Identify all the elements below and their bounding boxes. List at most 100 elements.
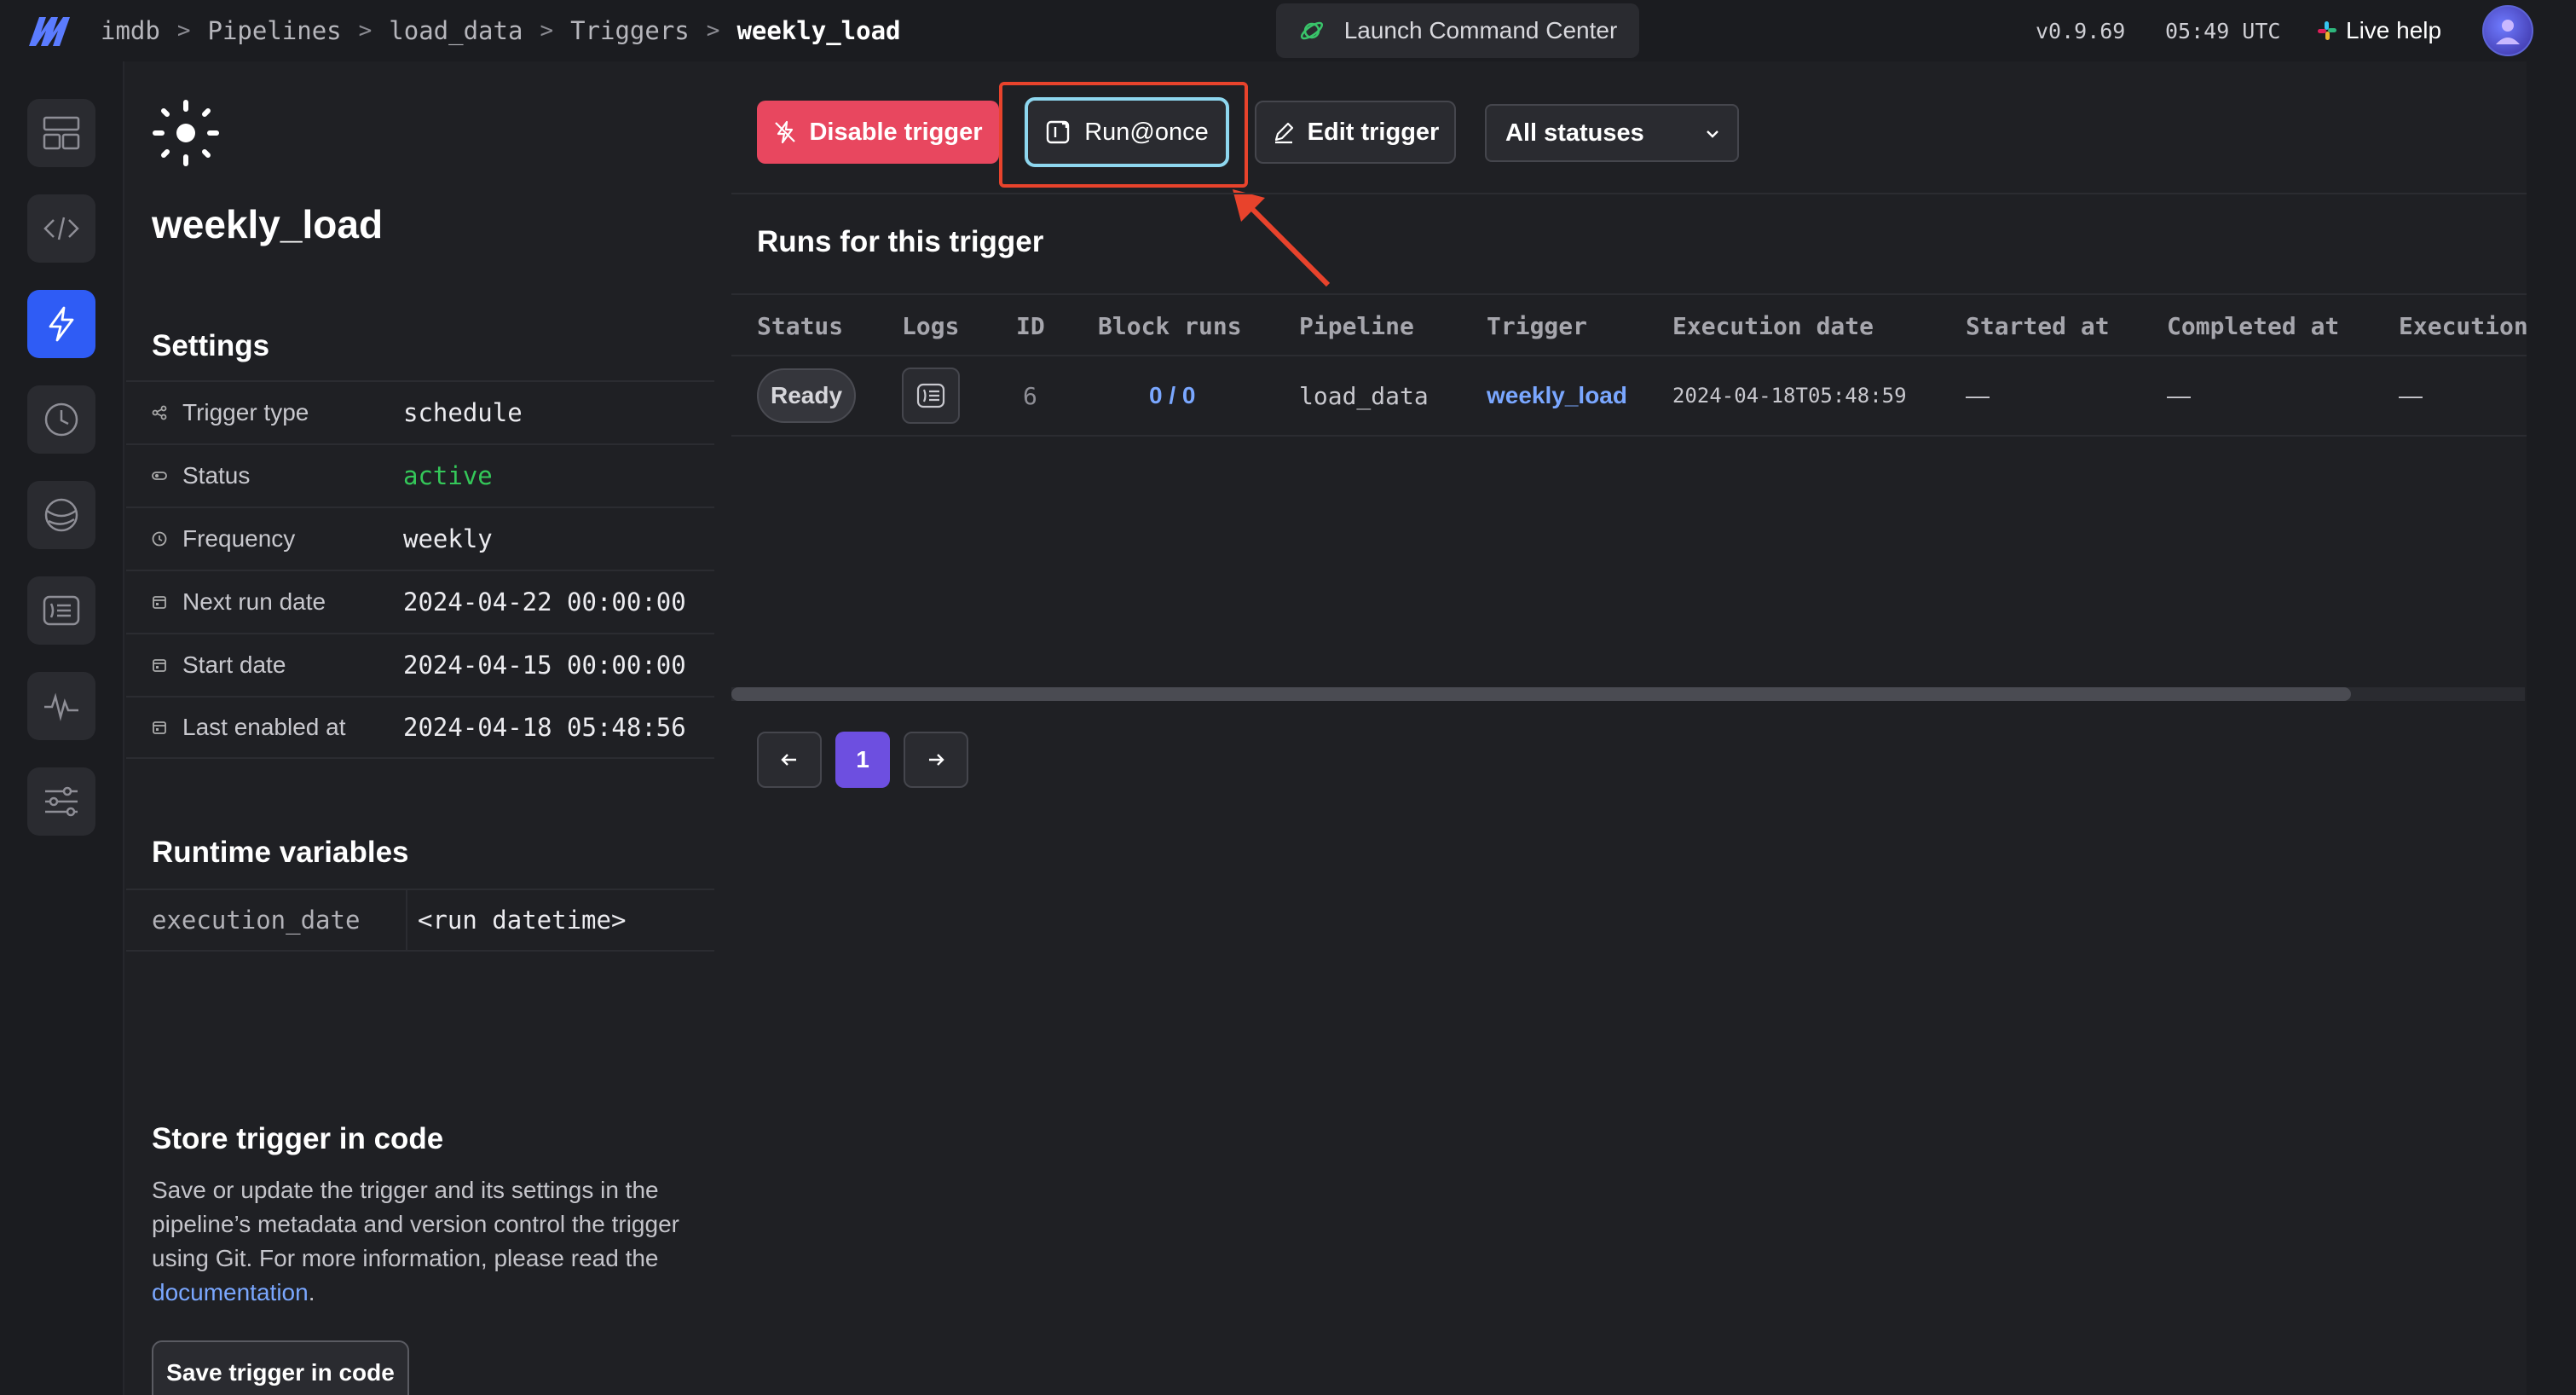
next-page-button[interactable]	[904, 732, 968, 788]
table-row[interactable]: Ready 6 0 / 0 load_data weekly_load 2024…	[731, 356, 2527, 437]
settings-table: Trigger type schedule Status active Freq…	[126, 380, 714, 759]
avatar[interactable]	[2482, 5, 2533, 56]
setting-value: schedule	[403, 398, 523, 427]
column-header-trigger: Trigger	[1487, 311, 1588, 340]
trigger-link[interactable]: weekly_load	[1487, 356, 1627, 435]
block-runs-link[interactable]: 0 / 0	[1149, 356, 1195, 435]
setting-row-next-run: Next run date 2024-04-22 00:00:00	[126, 570, 714, 633]
status-filter-value: All statuses	[1505, 119, 1644, 147]
breadcrumb-current: weekly_load	[736, 16, 901, 45]
share-icon	[152, 405, 167, 420]
toggle-icon	[152, 468, 167, 483]
execution-time: —	[2399, 382, 2423, 408]
table-header: Status Logs ID Block runs Pipeline Trigg…	[731, 293, 2528, 356]
save-trigger-in-code-button[interactable]: Save trigger in code	[152, 1340, 409, 1395]
annotation-arrow	[1233, 189, 1331, 287]
setting-row-start-date: Start date 2024-04-15 00:00:00	[126, 633, 714, 696]
user-avatar-icon	[2496, 20, 2520, 44]
sidebar-item-overview[interactable]	[27, 99, 95, 167]
store-description-text: Save or update the trigger and its setti…	[152, 1177, 679, 1271]
column-header-pipeline: Pipeline	[1299, 311, 1414, 340]
sidebar-item-monitor[interactable]	[27, 672, 95, 740]
lightning-off-icon	[775, 120, 796, 144]
slack-icon	[2318, 21, 2336, 40]
logs-button[interactable]	[902, 368, 960, 424]
mage-logo[interactable]	[27, 14, 73, 48]
setting-value: 2024-04-22 00:00:00	[403, 588, 686, 616]
setting-row-last-enabled: Last enabled at 2024-04-18 05:48:56	[126, 696, 714, 759]
setting-label: Start date	[182, 651, 286, 678]
launch-command-center-button[interactable]: Launch Command Center	[1276, 3, 1639, 58]
logs-icon	[916, 383, 945, 408]
pencil-icon	[1274, 122, 1293, 144]
sidebar-item-code[interactable]	[27, 194, 95, 263]
column-header-status: Status	[757, 311, 844, 340]
right-edge-panel	[2527, 61, 2576, 1395]
column-header-block-runs: Block runs	[1098, 311, 1242, 340]
chevron-right-icon: >	[176, 18, 191, 43]
store-description-period: .	[308, 1279, 315, 1305]
setting-row-frequency: Frequency weekly	[126, 506, 714, 570]
breadcrumb-pipelines[interactable]: Pipelines	[208, 16, 342, 45]
column-header-logs: Logs	[902, 311, 960, 340]
runtime-variables-heading: Runtime variables	[152, 836, 409, 869]
sidebar-item-triggers[interactable]	[27, 290, 95, 358]
run-id: 6	[1023, 381, 1037, 410]
page-1-button[interactable]: 1	[835, 732, 890, 788]
column-header-completed-at: Completed at	[2167, 311, 2340, 340]
annotation-highlight-box	[999, 82, 1248, 188]
calendar-icon	[152, 720, 167, 735]
chevron-down-icon	[1707, 130, 1718, 138]
horizontal-scrollbar[interactable]	[731, 687, 2525, 701]
column-header-started-at: Started at	[1966, 311, 2110, 340]
clock-label: 05:49 UTC	[2165, 18, 2281, 43]
runtime-variable-row: execution_date <run datetime>	[126, 889, 714, 952]
arrow-left-icon	[781, 754, 796, 766]
setting-label: Status	[182, 462, 251, 489]
runtime-variable-value: <run datetime>	[418, 906, 627, 935]
started-at: —	[1966, 382, 1990, 408]
sun-icon	[153, 100, 219, 166]
planet-icon	[1300, 21, 1323, 40]
setting-label: Frequency	[182, 525, 296, 552]
sidebar-item-history[interactable]	[27, 385, 95, 454]
breadcrumb: imdb > Pipelines > load_data > Triggers …	[101, 0, 901, 61]
clock-icon	[152, 531, 167, 547]
documentation-link[interactable]: documentation	[152, 1279, 309, 1305]
status-badge: Ready	[757, 368, 857, 423]
live-help-button[interactable]: Live help	[2317, 0, 2441, 61]
store-trigger-heading: Store trigger in code	[152, 1122, 444, 1155]
column-header-id: ID	[1016, 311, 1045, 340]
code-icon	[43, 217, 79, 240]
sidebar-item-global[interactable]	[27, 481, 95, 549]
divider	[731, 193, 2527, 194]
sliders-icon	[45, 786, 78, 817]
setting-row-trigger-type: Trigger type schedule	[126, 380, 714, 443]
breadcrumb-triggers[interactable]: Triggers	[570, 16, 690, 45]
arrow-right-icon	[929, 754, 944, 766]
edit-trigger-button[interactable]: Edit trigger	[1255, 101, 1456, 164]
terminal-icon	[43, 595, 80, 626]
main-content	[731, 61, 2527, 1395]
setting-label: Next run date	[182, 588, 326, 615]
previous-page-button[interactable]	[757, 732, 822, 788]
status-filter-select[interactable]: All statuses	[1485, 104, 1739, 162]
pulse-icon	[44, 692, 78, 721]
scrollbar-thumb[interactable]	[731, 687, 2351, 701]
trigger-title: weekly_load	[152, 202, 384, 246]
breadcrumb-pipeline[interactable]: load_data	[389, 16, 523, 45]
sidebar-nav	[0, 61, 124, 1395]
planet-icon	[44, 498, 78, 532]
breadcrumb-project[interactable]: imdb	[101, 16, 160, 45]
edit-trigger-label: Edit trigger	[1307, 118, 1440, 146]
setting-row-status: Status active	[126, 443, 714, 506]
pipeline-name: load_data	[1299, 381, 1429, 410]
lightning-icon	[49, 306, 74, 342]
sidebar-item-settings[interactable]	[27, 767, 95, 836]
sidebar-item-terminal[interactable]	[27, 576, 95, 645]
disable-trigger-button[interactable]: Disable trigger	[757, 101, 999, 164]
calendar-icon	[152, 657, 167, 673]
chevron-right-icon: >	[540, 18, 554, 43]
clock-icon	[44, 402, 78, 437]
column-header-execution-date: Execution date	[1672, 311, 1874, 340]
